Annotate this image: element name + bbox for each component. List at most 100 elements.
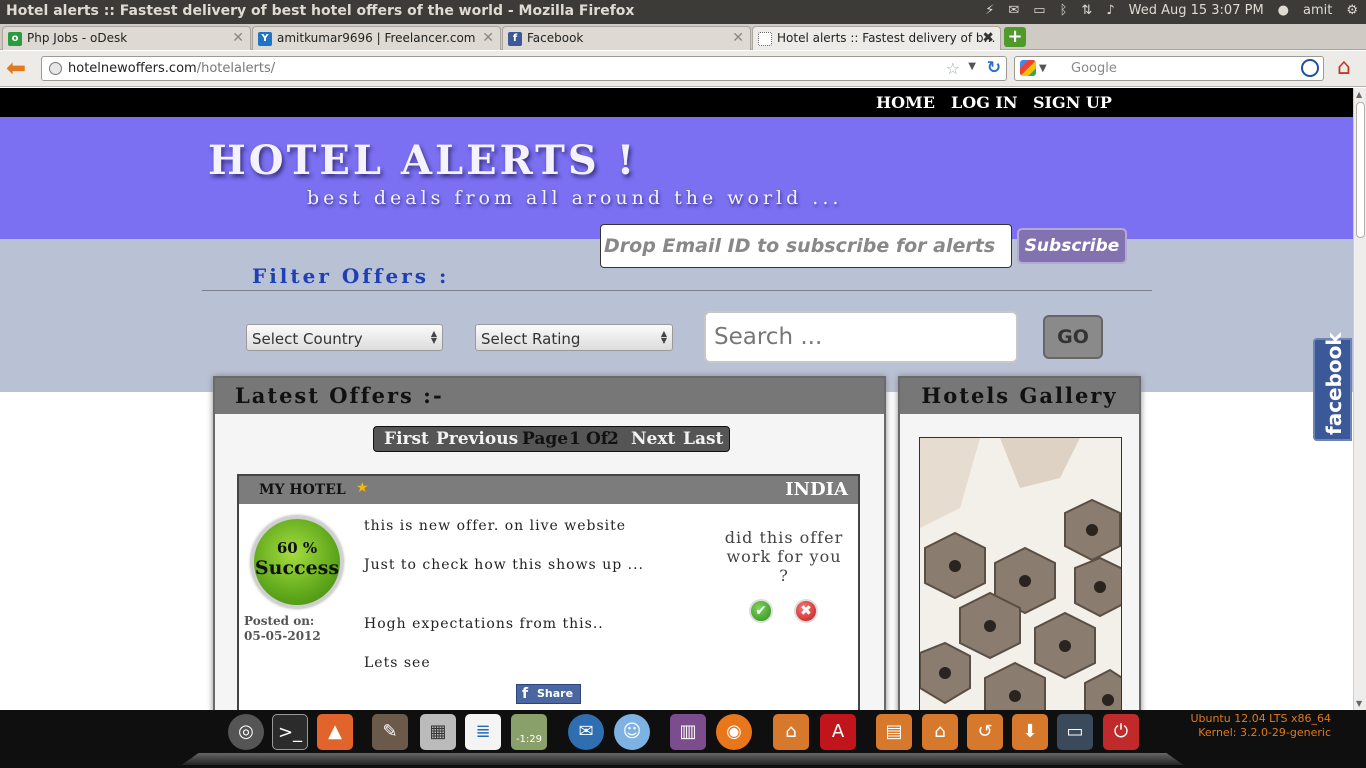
divider (202, 290, 1152, 291)
subscribe-button[interactable]: Subscribe (1017, 228, 1127, 264)
latest-offers-title: Latest Offers :- (215, 378, 884, 414)
documents-folder-icon[interactable]: ▤ (876, 714, 912, 750)
site-header: HOTEL ALERTS ! best deals from all aroun… (0, 117, 1353, 239)
network-icon[interactable]: ⇅ (1081, 3, 1092, 18)
ubuntu-logo-icon[interactable]: ◎ (228, 714, 264, 750)
search-bar[interactable]: ▼ Google (1014, 56, 1324, 81)
close-icon[interactable]: ✕ (232, 30, 244, 46)
nav-home[interactable]: HOME (876, 93, 935, 112)
offer-country: INDIA (785, 479, 848, 500)
freelancer-icon: Y (258, 32, 272, 46)
offer-text-line: Hogh expectations from this.. (364, 616, 604, 632)
country-select[interactable]: Select Country ▲ ▼ (246, 324, 443, 351)
url-bar[interactable]: hotelnewoffers.com/hotelalerts/ ☆ ▼ ↻ (41, 56, 1007, 81)
offer-search-input[interactable]: Search ... (704, 311, 1018, 363)
posted-value: 05-05-2012 (244, 629, 321, 643)
posted-label: Posted on: (244, 614, 315, 628)
media-timer-icon[interactable]: -1:29 (511, 714, 547, 750)
facebook-icon: f (508, 32, 522, 46)
firefox-icon[interactable]: ◉ (716, 714, 752, 750)
scrollbar-thumb[interactable] (1356, 102, 1365, 238)
empathy-chat-icon[interactable]: ☺ (614, 714, 650, 750)
google-icon[interactable] (1020, 60, 1036, 76)
pager-first[interactable]: First (384, 429, 429, 449)
tab-freelancer[interactable]: Y amitkumar9696 | Freelancer.com ✕ (252, 26, 501, 50)
gimp-icon[interactable]: ✎ (372, 714, 408, 750)
nav-log-in[interactable]: LOG IN (951, 93, 1018, 112)
calculator-icon[interactable]: ▦ (420, 714, 456, 750)
tab-hotel-alerts[interactable]: Hotel alerts :: Fastest delivery of b… ✖ (752, 26, 1001, 50)
bluetooth-icon[interactable]: ᛒ (1060, 3, 1068, 18)
hotels-gallery-title: Hotels Gallery (900, 378, 1139, 414)
close-icon[interactable]: ✖ (982, 30, 994, 46)
offer-text-line: this is new offer. on live website (364, 518, 627, 534)
history-dropdown-icon[interactable]: ▼ (968, 61, 976, 72)
pager-total: 2 (607, 429, 619, 449)
go-button[interactable]: GO (1043, 315, 1103, 359)
odesk-icon: o (8, 32, 22, 46)
home-folder-icon[interactable]: ⌂ (773, 714, 809, 750)
pager-page-word: Page (522, 429, 569, 449)
facebook-share-button[interactable]: f Share (516, 684, 581, 704)
subscribe-email-input[interactable]: Drop Email ID to subscribe for alerts (600, 224, 1012, 268)
pager-last[interactable]: Last (683, 429, 723, 449)
mail-icon[interactable]: ✉ (1008, 3, 1019, 18)
software-center-icon[interactable]: ▲ (317, 714, 353, 750)
pager: First Previous Page 1 Of 2 Next Last (373, 426, 730, 452)
clock[interactable]: Wed Aug 15 3:07 PM (1129, 3, 1264, 18)
system-info-kernel: Kernel: 3.2.0-29-generic (1198, 726, 1331, 739)
scroll-up-arrow-icon[interactable]: ▲ (1356, 90, 1362, 99)
close-icon[interactable]: ✕ (482, 30, 494, 46)
rating-select-value: Select Rating (481, 330, 581, 348)
search-icon[interactable] (1301, 59, 1319, 77)
window-title-bar: Hotel alerts :: Fastest delivery of best… (0, 0, 1366, 24)
user-icon: ● (1277, 3, 1289, 18)
power-icon[interactable]: ⚡ (985, 3, 994, 18)
tab-label: Hotel alerts :: Fastest delivery of b… (777, 31, 996, 45)
pager-previous[interactable]: Previous (436, 429, 518, 449)
gear-icon[interactable]: ⚙ (1346, 3, 1358, 18)
desktop-icon[interactable]: ▭ (1057, 714, 1093, 750)
tab-odesk[interactable]: o Php Jobs - oDesk ✕ (2, 26, 251, 50)
user-name[interactable]: amit (1303, 3, 1332, 18)
search-placeholder: Google (1071, 61, 1117, 76)
window-title: Hotel alerts :: Fastest delivery of best… (6, 3, 635, 19)
pager-next[interactable]: Next (631, 429, 675, 449)
gallery-image-pencils[interactable] (919, 437, 1122, 710)
page-scrollbar[interactable]: ▲ ▼ (1353, 88, 1366, 710)
nav-sign-up[interactable]: SIGN UP (1033, 93, 1112, 112)
success-badge: 60 % Success (251, 516, 343, 608)
navigation-toolbar: ⬅ hotelnewoffers.com/hotelalerts/ ☆ ▼ ↻ … (0, 51, 1366, 87)
thunderbird-icon[interactable]: ✉ (568, 714, 604, 750)
vote-no-cross-icon[interactable]: ✖ (794, 599, 818, 623)
backup-folder-icon[interactable]: ↺ (967, 714, 1003, 750)
downloads-folder-icon[interactable]: ⬇ (1012, 714, 1048, 750)
battery-icon[interactable]: ▭ (1033, 3, 1045, 18)
rating-select[interactable]: Select Rating ▲ ▼ (475, 324, 673, 351)
scroll-down-arrow-icon[interactable]: ▼ (1356, 699, 1362, 708)
new-tab-button[interactable]: + (1004, 27, 1026, 47)
share-label: Share (537, 687, 574, 700)
adobe-reader-icon[interactable]: A (820, 714, 856, 750)
writer-document-icon[interactable]: ≣ (465, 714, 501, 750)
home-folder-icon[interactable]: ⌂ (922, 714, 958, 750)
bookmark-star-icon[interactable]: ☆ (946, 59, 960, 78)
latest-offers-panel: Latest Offers :- First Previous Page 1 O… (213, 376, 886, 710)
hotel-name[interactable]: MY HOTEL (259, 482, 346, 498)
facebook-side-tab[interactable]: facebook (1313, 332, 1352, 441)
posted-date: Posted on: 05-05-2012 (244, 614, 321, 644)
tab-facebook[interactable]: f Facebook ✕ (502, 26, 751, 50)
volume-icon[interactable]: ♪ (1106, 3, 1114, 18)
success-label: Success (254, 557, 340, 579)
reload-icon[interactable]: ↻ (987, 58, 1001, 78)
facebook-icon: f (522, 686, 529, 702)
back-arrow-icon[interactable]: ⬅ (6, 56, 26, 80)
vote-yes-check-icon[interactable]: ✔ (749, 599, 773, 623)
workspace-switcher-icon[interactable]: ▥ (670, 714, 706, 750)
power-icon[interactable]: ⏻ (1103, 714, 1139, 750)
home-icon[interactable]: ⌂ (1337, 56, 1351, 80)
search-engine-dropdown-icon[interactable]: ▼ (1039, 63, 1047, 74)
terminal-icon[interactable]: >_ (272, 714, 308, 750)
close-icon[interactable]: ✕ (732, 30, 744, 46)
site-brand[interactable]: HOTEL ALERTS ! (208, 137, 637, 184)
